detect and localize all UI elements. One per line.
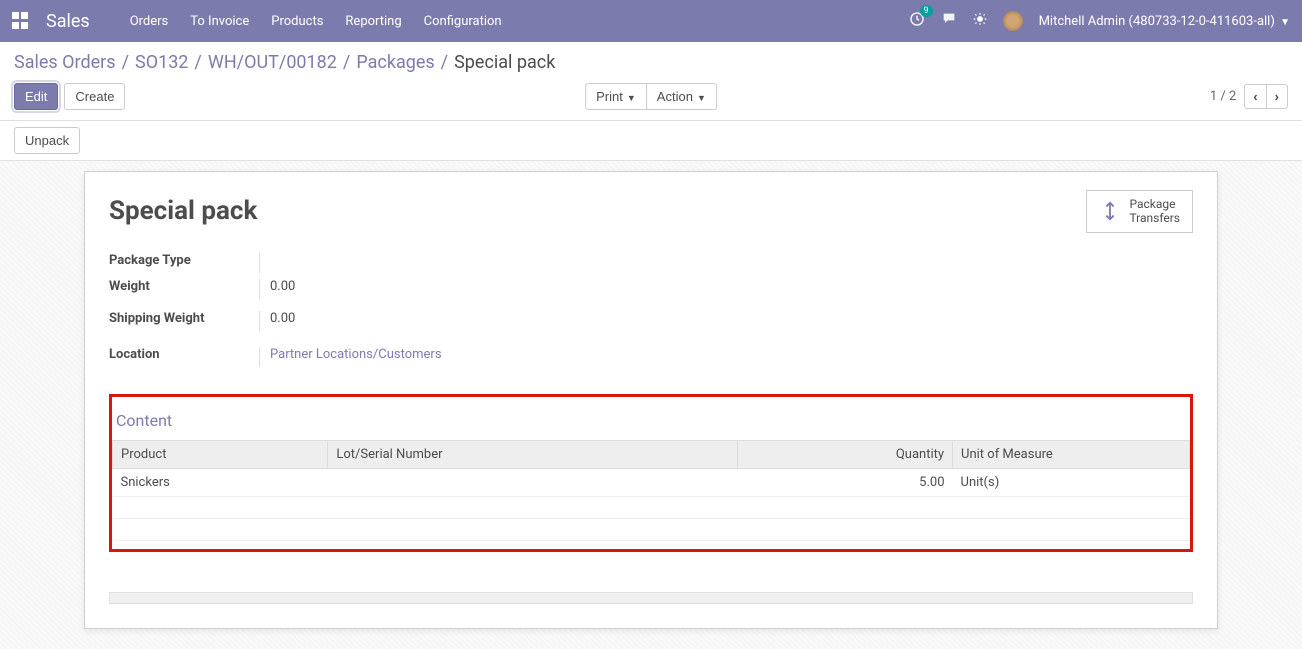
messages-icon[interactable]	[941, 11, 957, 31]
caret-down-icon: ▼	[697, 93, 706, 103]
th-quantity[interactable]: Quantity	[737, 441, 952, 469]
nav-orders[interactable]: Orders	[130, 14, 169, 29]
nav-to-invoice[interactable]: To Invoice	[190, 14, 249, 29]
th-lot[interactable]: Lot/Serial Number	[328, 441, 737, 469]
breadcrumb-current: Special pack	[454, 52, 555, 73]
action-label: Action	[657, 89, 693, 104]
edit-button[interactable]: Edit	[14, 83, 58, 110]
stat-line1: Package	[1129, 197, 1180, 211]
debug-icon[interactable]	[973, 12, 987, 30]
th-product[interactable]: Product	[113, 441, 328, 469]
table-row[interactable]: Snickers 5.00 Unit(s)	[113, 469, 1190, 497]
value-weight: 0.00	[259, 279, 631, 299]
pager-prev-button[interactable]: ‹	[1244, 84, 1266, 109]
form-sheet: Package Transfers Special pack Package T…	[84, 171, 1218, 629]
label-package-type: Package Type	[109, 253, 259, 268]
nav-products[interactable]: Products	[271, 14, 323, 29]
activity-badge: 9	[920, 5, 933, 17]
value-package-type	[259, 253, 631, 273]
caret-down-icon: ▼	[627, 93, 636, 103]
label-weight: Weight	[109, 279, 259, 294]
nav-menu: Orders To Invoice Products Reporting Con…	[130, 14, 502, 29]
content-table: Product Lot/Serial Number Quantity Unit …	[112, 440, 1190, 541]
label-shipping-weight: Shipping Weight	[109, 311, 259, 326]
top-navbar: Sales Orders To Invoice Products Reporti…	[0, 0, 1302, 42]
stat-line2: Transfers	[1129, 211, 1180, 225]
activity-icon[interactable]: 9	[909, 11, 925, 31]
cell-uom: Unit(s)	[953, 469, 1190, 497]
apps-icon[interactable]	[12, 12, 30, 30]
caret-down-icon: ▼	[1280, 17, 1290, 28]
user-menu[interactable]: Mitchell Admin (480733-12-0-411603-all) …	[1039, 14, 1290, 29]
content-title: Content	[112, 405, 1190, 440]
value-location-link[interactable]: Partner Locations/Customers	[270, 347, 442, 362]
table-row-empty	[113, 519, 1190, 541]
nav-configuration[interactable]: Configuration	[424, 14, 502, 29]
table-row-empty	[113, 497, 1190, 519]
value-shipping-weight: 0.00	[259, 311, 631, 331]
package-transfers-button[interactable]: Package Transfers	[1086, 190, 1193, 233]
breadcrumb: Sales Orders/ SO132/ WH/OUT/00182/ Packa…	[14, 52, 1288, 73]
breadcrumb-packages[interactable]: Packages	[356, 52, 434, 73]
content-section-highlight: Content Product Lot/Serial Number Quanti…	[109, 394, 1193, 552]
label-location: Location	[109, 347, 259, 362]
cell-product: Snickers	[113, 469, 328, 497]
cell-lot	[328, 469, 737, 497]
nav-reporting[interactable]: Reporting	[345, 14, 401, 29]
control-panel: Sales Orders/ SO132/ WH/OUT/00182/ Packa…	[0, 42, 1302, 121]
create-button[interactable]: Create	[64, 83, 125, 110]
pager-text[interactable]: 1 / 2	[1210, 89, 1236, 104]
chevron-right-icon: ›	[1275, 89, 1279, 104]
unpack-button[interactable]: Unpack	[14, 127, 80, 154]
page-title: Special pack	[109, 196, 1193, 226]
status-bar: Unpack	[0, 121, 1302, 161]
avatar[interactable]	[1003, 11, 1023, 31]
transfers-icon	[1099, 200, 1121, 222]
app-brand[interactable]: Sales	[46, 11, 90, 32]
breadcrumb-so[interactable]: SO132	[135, 52, 188, 73]
breadcrumb-transfer[interactable]: WH/OUT/00182	[208, 52, 337, 73]
breadcrumb-sales-orders[interactable]: Sales Orders	[14, 52, 116, 73]
chevron-left-icon: ‹	[1253, 89, 1257, 104]
print-label: Print	[596, 89, 623, 104]
action-button[interactable]: Action ▼	[646, 83, 717, 110]
th-uom[interactable]: Unit of Measure	[953, 441, 1190, 469]
chatter-placeholder	[109, 592, 1193, 604]
print-button[interactable]: Print ▼	[585, 83, 647, 110]
pager-next-button[interactable]: ›	[1266, 84, 1288, 109]
cell-quantity: 5.00	[737, 469, 952, 497]
user-name-text: Mitchell Admin (480733-12-0-411603-all)	[1039, 14, 1275, 29]
